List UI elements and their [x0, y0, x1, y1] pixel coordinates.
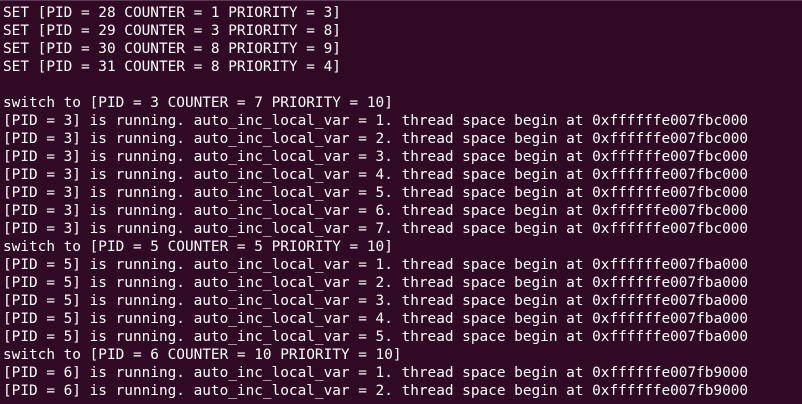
terminal-line: switch to [PID = 5 COUNTER = 5 PRIORITY …: [3, 239, 393, 255]
terminal-line: switch to [PID = 3 COUNTER = 7 PRIORITY …: [3, 95, 393, 111]
terminal-line: [PID = 5] is running. auto_inc_local_var…: [3, 329, 749, 345]
window-top-border: [0, 0, 802, 1]
terminal-line: switch to [PID = 6 COUNTER = 10 PRIORITY…: [3, 347, 402, 363]
terminal-line: [PID = 5] is running. auto_inc_local_var…: [3, 293, 749, 309]
terminal-line: [PID = 3] is running. auto_inc_local_var…: [3, 113, 749, 129]
terminal-line: [PID = 3] is running. auto_inc_local_var…: [3, 131, 749, 147]
terminal-line: [PID = 5] is running. auto_inc_local_var…: [3, 257, 749, 273]
terminal-line: SET [PID = 30 COUNTER = 8 PRIORITY = 9]: [3, 41, 341, 57]
terminal-line: [PID = 6] is running. auto_inc_local_var…: [3, 383, 749, 399]
terminal-line: [PID = 3] is running. auto_inc_local_var…: [3, 167, 749, 183]
terminal-line: [PID = 3] is running. auto_inc_local_var…: [3, 149, 749, 165]
terminal-window[interactable]: SET [PID = 28 COUNTER = 1 PRIORITY = 3] …: [0, 0, 802, 404]
terminal-line: [PID = 3] is running. auto_inc_local_var…: [3, 221, 749, 237]
terminal-line: SET [PID = 29 COUNTER = 3 PRIORITY = 8]: [3, 23, 341, 39]
terminal-line: [PID = 6] is running. auto_inc_local_var…: [3, 365, 749, 381]
terminal-line: [PID = 5] is running. auto_inc_local_var…: [3, 311, 749, 327]
terminal-line: SET [PID = 28 COUNTER = 1 PRIORITY = 3]: [3, 5, 341, 21]
terminal-line: SET [PID = 31 COUNTER = 8 PRIORITY = 4]: [3, 59, 341, 75]
terminal-line: [PID = 3] is running. auto_inc_local_var…: [3, 203, 749, 219]
terminal-line: [PID = 5] is running. auto_inc_local_var…: [3, 275, 749, 291]
terminal-line: [PID = 3] is running. auto_inc_local_var…: [3, 185, 749, 201]
